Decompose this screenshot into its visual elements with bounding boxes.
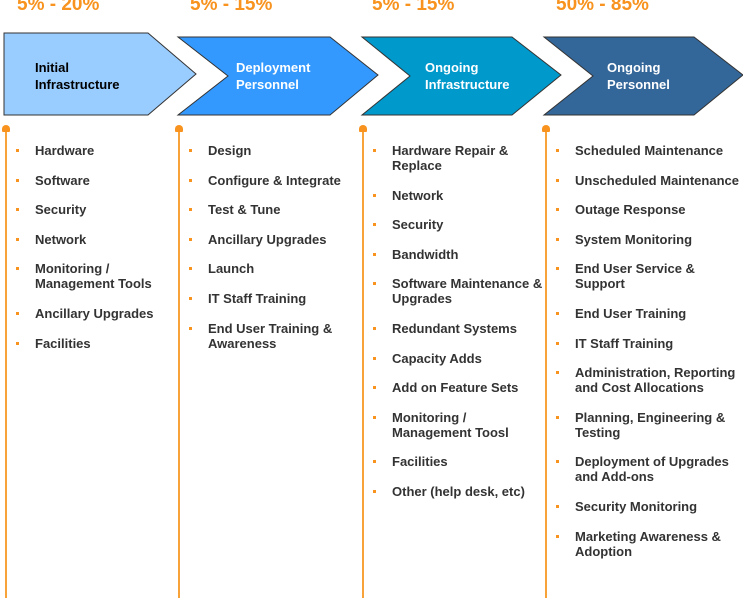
cost-percent: 5% - 15%: [190, 0, 273, 15]
list-item: Administration, Reporting and Cost Alloc…: [556, 365, 743, 395]
phase-title-line: Ongoing: [425, 60, 479, 75]
list-item: Other (help desk, etc): [373, 484, 543, 499]
cost-percent: 50% - 85%: [556, 0, 649, 15]
timeline-line: [178, 128, 180, 598]
list-item: Unscheduled Maintenance: [556, 173, 743, 188]
cost-percent: 5% - 20%: [17, 0, 100, 15]
cost-item-list: Design Configure & Integrate Test & Tune An…: [189, 143, 359, 365]
phase-title-line: Infrastructure: [35, 77, 120, 92]
list-item: Facilities: [16, 336, 176, 351]
list-item: End User Service & Support: [556, 261, 743, 291]
phase-title-line: Initial: [35, 60, 69, 75]
list-item: End User Training: [556, 306, 743, 321]
list-item: Security Monitoring: [556, 499, 743, 514]
list-item: Scheduled Maintenance: [556, 143, 743, 158]
timeline-line: [545, 128, 547, 598]
list-item: Hardware Repair & Replace: [373, 143, 543, 173]
phase-title: Deployment Personnel: [236, 59, 310, 93]
list-item: Software Maintenance & Upgrades: [373, 276, 543, 306]
phase-title-line: Deployment: [236, 60, 311, 75]
cost-item-list: Hardware Repair & Replace Network Security…: [373, 143, 543, 514]
phase-title-line: Infrastructure: [425, 77, 510, 92]
list-item: Ancillary Upgrades: [189, 232, 359, 247]
cost-item-list: Hardware Software Security Network Monitorin…: [16, 143, 176, 365]
list-item: IT Staff Training: [556, 336, 743, 351]
list-item: IT Staff Training: [189, 291, 359, 306]
phase-title-line: Personnel: [607, 77, 670, 92]
list-item: Monitoring / Management Tools: [16, 261, 176, 291]
phase-title-line: Ongoing: [607, 60, 661, 75]
list-item: System Monitoring: [556, 232, 743, 247]
list-item: Bandwidth: [373, 247, 543, 262]
list-item: Configure & Integrate: [189, 173, 359, 188]
list-item: Ancillary Upgrades: [16, 306, 176, 321]
list-item: Planning, Engineering & Testing: [556, 410, 743, 440]
pin-icon: [175, 125, 183, 132]
list-item: Launch: [189, 261, 359, 276]
pin-icon: [359, 125, 367, 132]
cost-item-list: Scheduled Maintenance Unscheduled Mainten…: [556, 143, 743, 573]
list-item: Capacity Adds: [373, 351, 543, 366]
list-item: Facilities: [373, 454, 543, 469]
phase-title: Initial Infrastructure: [35, 59, 120, 93]
phase-title: Ongoing Infrastructure: [425, 59, 510, 93]
list-item: Redundant Systems: [373, 321, 543, 336]
phase-title-line: Personnel: [236, 77, 299, 92]
phase-title: Ongoing Personnel: [607, 59, 670, 93]
pin-icon: [2, 125, 10, 132]
list-item: Test & Tune: [189, 202, 359, 217]
list-item: Marketing Awareness & Adoption: [556, 529, 743, 559]
list-item: Monitoring / Management Toosl: [373, 410, 543, 440]
timeline-line: [362, 128, 364, 598]
cost-percent: 5% - 15%: [372, 0, 455, 15]
list-item: Security: [373, 217, 543, 232]
timeline-line: [5, 128, 7, 598]
list-item: Deployment of Upgrades and Add-ons: [556, 454, 743, 484]
list-item: Software: [16, 173, 176, 188]
pin-icon: [542, 125, 550, 132]
list-item: Network: [373, 188, 543, 203]
list-item: Network: [16, 232, 176, 247]
list-item: Hardware: [16, 143, 176, 158]
list-item: Add on Feature Sets: [373, 380, 543, 395]
list-item: Security: [16, 202, 176, 217]
list-item: End User Training & Awareness: [189, 321, 359, 351]
list-item: Outage Response: [556, 202, 743, 217]
list-item: Design: [189, 143, 359, 158]
